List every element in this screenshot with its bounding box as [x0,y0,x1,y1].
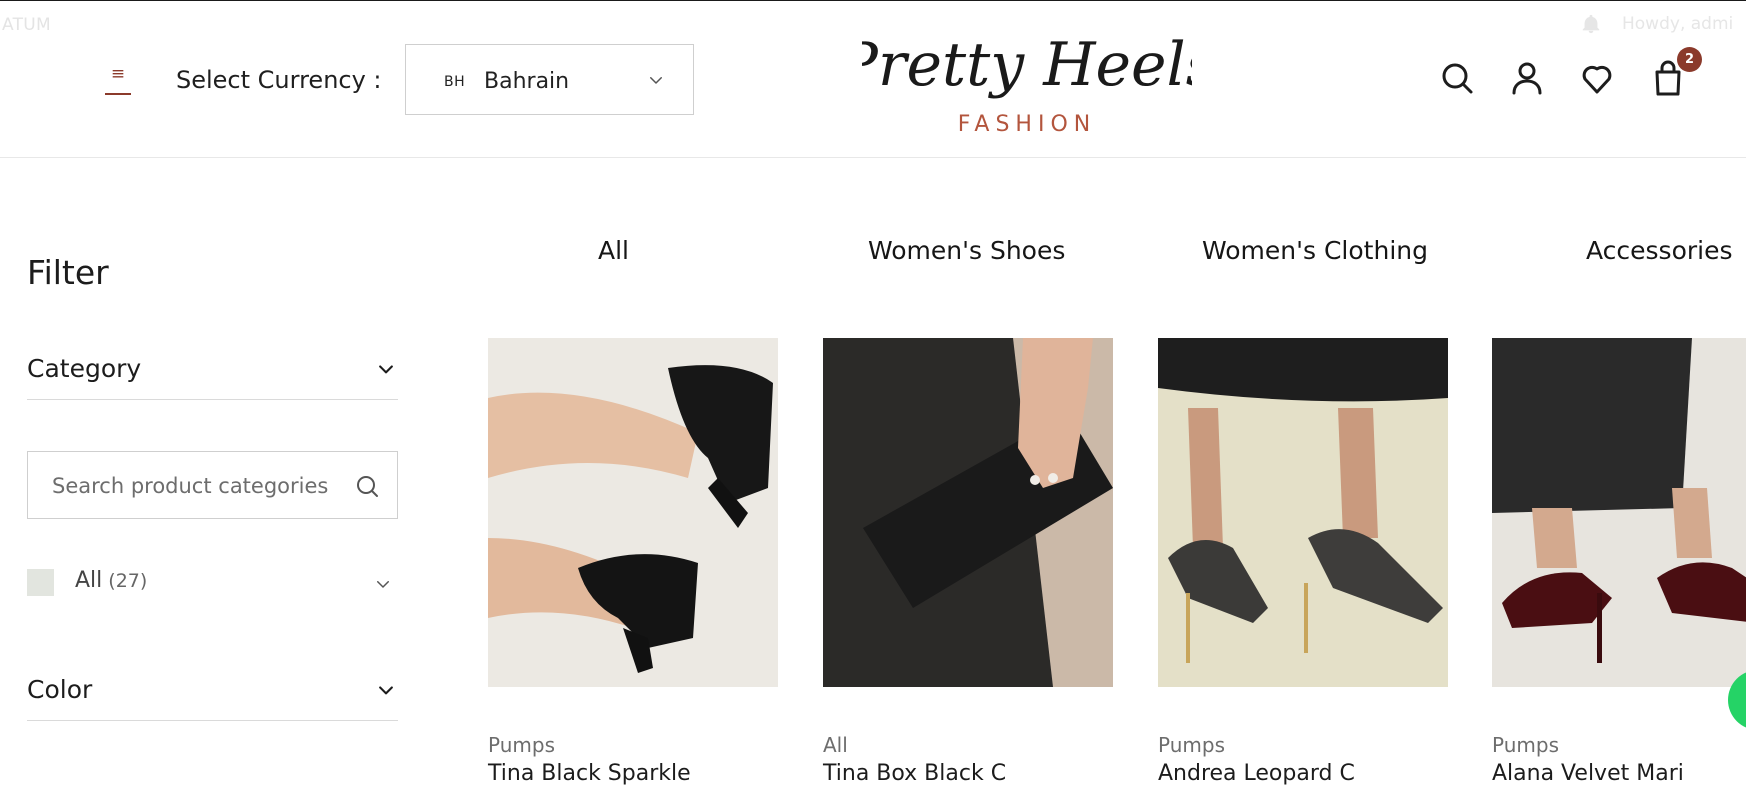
account-icon[interactable] [1510,59,1544,97]
product-name[interactable]: Tina Box Black C [823,761,1113,786]
category-tabs: All Women's Shoes Women's Clothing Acces… [0,236,1746,276]
product-category[interactable]: All [823,733,1113,757]
site-logo[interactable]: Pretty Heels FASHION [836,13,1216,141]
color-facet[interactable]: Color [27,675,398,721]
category-search-input[interactable] [50,452,344,520]
category-item-label: All (27) [75,568,147,593]
product-image[interactable] [1158,338,1448,687]
chevron-down-icon [379,686,393,695]
currency-select[interactable]: BH Bahrain [405,44,694,115]
menu-button[interactable]: ≡ [104,65,132,101]
currency-label: Select Currency : [176,66,382,94]
chevron-down-icon[interactable] [374,575,392,593]
tab-accessories[interactable]: Accessories [1586,236,1733,265]
product-name[interactable]: Andrea Leopard C [1158,761,1448,786]
category-count: (27) [108,570,148,592]
product-image[interactable] [1492,338,1746,687]
product-card[interactable]: All Tina Box Black C [823,338,1113,786]
category-facet[interactable]: Category [27,354,398,400]
category-item-all[interactable]: All (27) [27,567,398,601]
product-card[interactable]: Pumps Alana Velvet Mari [1492,338,1746,786]
category-search [27,451,398,520]
menu-icon: ≡ [110,64,126,84]
product-category[interactable]: Pumps [488,733,778,757]
category-facet-label: Category [27,354,142,383]
product-name[interactable]: Alana Velvet Mari [1492,761,1746,786]
product-category[interactable]: Pumps [1158,733,1448,757]
currency-country: Bahrain [484,69,570,94]
chevron-down-icon [379,365,393,374]
product-category[interactable]: Pumps [1492,733,1746,757]
chevron-down-icon [650,77,662,84]
product-name[interactable]: Tina Black Sparkle [488,761,778,786]
product-image[interactable] [488,338,778,687]
category-name: All [75,568,103,593]
color-facet-label: Color [27,675,93,704]
tab-womens-clothing[interactable]: Women's Clothing [1202,236,1428,265]
search-icon[interactable] [355,474,379,498]
category-checkbox[interactable] [27,569,54,596]
product-card[interactable]: Pumps Tina Black Sparkle [488,338,778,786]
search-icon[interactable] [1440,59,1474,97]
logo-script: Pretty Heels [862,30,1192,100]
product-image[interactable] [823,338,1113,687]
product-card[interactable]: Pumps Andrea Leopard C [1158,338,1448,786]
currency-code: BH [444,74,466,90]
tab-womens-shoes[interactable]: Women's Shoes [868,236,1065,265]
logo-subtitle: FASHION [958,112,1096,137]
menu-underline [105,93,131,95]
cart-count-badge: 2 [1677,47,1702,72]
tab-all[interactable]: All [598,236,629,265]
heart-icon[interactable] [1580,59,1614,97]
site-header: ≡ Select Currency : BH Bahrain Pretty He… [0,1,1746,158]
